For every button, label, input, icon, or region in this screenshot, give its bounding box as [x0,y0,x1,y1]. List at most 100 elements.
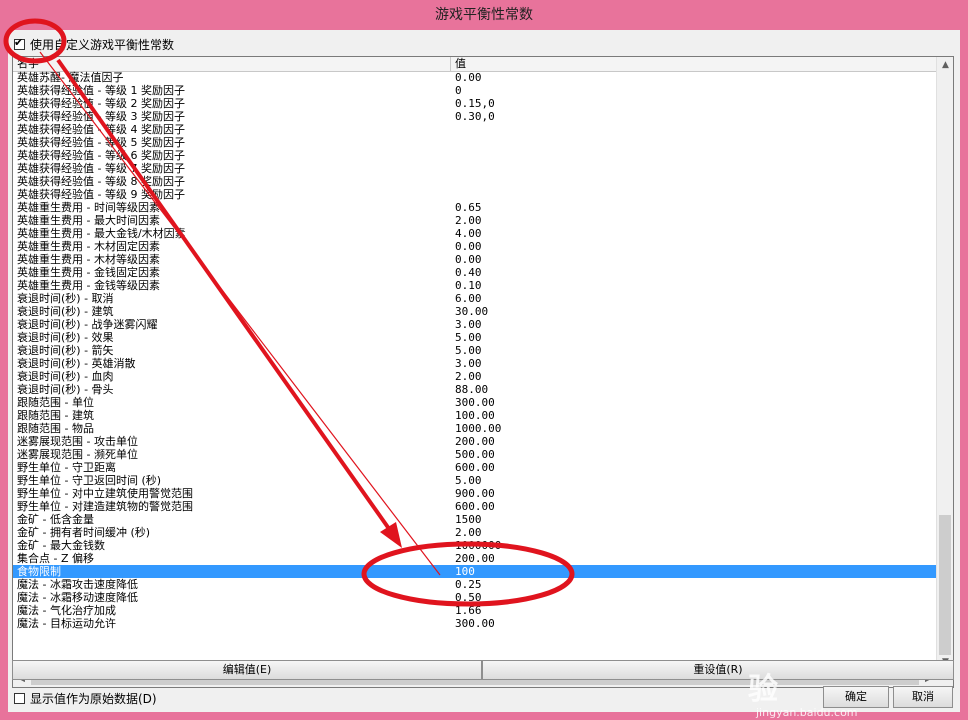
row-value: 0.00 [455,71,482,84]
table-row[interactable]: 食物限制 100 [13,565,937,578]
row-name: 跟随范围 - 物品 [17,422,94,435]
row-name: 英雄获得经验值 - 等级 8 奖励因子 [17,175,185,188]
row-name: 魔法 - 目标运动允许 [17,617,116,630]
row-name: 衰退时间(秒) - 血肉 [17,370,114,383]
table-row[interactable]: 集合点 - Z 偏移 200.00 [13,552,937,565]
table-row[interactable]: 跟随范围 - 建筑 100.00 [13,409,937,422]
row-value: 0.00 [455,240,482,253]
column-header-value[interactable]: 值 [451,57,937,71]
row-name: 英雄重生费用 - 最大时间因素 [17,214,160,227]
row-name: 衰退时间(秒) - 效果 [17,331,114,344]
row-value: 200.00 [455,552,495,565]
baidu-watermark: Bai百度经验 jingyan.baidu.com [748,620,928,719]
row-value: 0.15,0 [455,97,495,110]
row-name: 英雄重生费用 - 木材固定因素 [17,240,160,253]
table-row[interactable]: 英雄重生费用 - 金钱等级因素 0.10 [13,279,937,292]
table-row[interactable]: 跟随范围 - 单位 300.00 [13,396,937,409]
use-custom-checkbox[interactable] [14,36,25,50]
table-row[interactable]: 英雄获得经验值 - 等级 6 奖励因子 [13,149,937,162]
table-row[interactable]: 衰退时间(秒) - 英雄消散 3.00 [13,357,937,370]
table-row[interactable]: 英雄重生费用 - 金钱固定因素 0.40 [13,266,937,279]
show-raw-checkbox[interactable] [14,692,25,704]
table-row[interactable]: 衰退时间(秒) - 建筑 30.00 [13,305,937,318]
row-name: 英雄获得经验值 - 等级 9 奖励因子 [17,188,185,201]
table-row[interactable]: 野生单位 - 守卫返回时间 (秒) 5.00 [13,474,937,487]
row-value: 0.65 [455,201,482,214]
show-raw-row[interactable]: 显示值作为原始数据(D) [14,690,157,706]
table-row[interactable]: 金矿 - 低含金量 1500 [13,513,937,526]
vertical-scroll-thumb[interactable] [939,515,951,655]
table-row[interactable]: 英雄获得经验值 - 等级 5 奖励因子 [13,136,937,149]
table-row[interactable]: 英雄获得经验值 - 等级 8 奖励因子 [13,175,937,188]
table-row[interactable]: 英雄重生费用 - 木材等级因素 0.00 [13,253,937,266]
table-row[interactable]: 金矿 - 拥有者时间缓冲 (秒) 2.00 [13,526,937,539]
row-name: 英雄重生费用 - 时间等级因素 [17,201,160,214]
edit-value-button[interactable]: 编辑值(E) [12,660,482,680]
row-value: 0.10 [455,279,482,292]
row-value: 600.00 [455,461,495,474]
row-value: 900.00 [455,487,495,500]
table-row[interactable]: 英雄获得经验值 - 等级 7 奖励因子 [13,162,937,175]
table-row[interactable]: 英雄获得经验值 - 等级 4 奖励因子 [13,123,937,136]
table-row[interactable]: 英雄获得经验值 - 等级 9 奖励因子 [13,188,937,201]
row-name: 英雄获得经验值 - 等级 1 奖励因子 [17,84,185,97]
table-row[interactable]: 魔法 - 冰霜攻击速度降低 0.25 [13,578,937,591]
table-row[interactable]: 迷雾展现范围 - 濒死单位 500.00 [13,448,937,461]
row-value: 3.00 [455,318,482,331]
table-row[interactable]: 衰退时间(秒) - 血肉 2.00 [13,370,937,383]
row-name: 衰退时间(秒) - 英雄消散 [17,357,136,370]
table-row[interactable]: 英雄重生费用 - 木材固定因素 0.00 [13,240,937,253]
show-raw-label: 显示值作为原始数据(D) [30,691,157,706]
row-name: 衰退时间(秒) - 建筑 [17,305,114,318]
table-row[interactable]: 英雄获得经验值 - 等级 1 奖励因子 0 [13,84,937,97]
row-value: 0.25 [455,578,482,591]
table-row[interactable]: 衰退时间(秒) - 箭矢 5.00 [13,344,937,357]
table-row[interactable]: 衰退时间(秒) - 骨头 88.00 [13,383,937,396]
row-name: 野生单位 - 守卫返回时间 (秒) [17,474,162,487]
row-name: 金矿 - 低含金量 [17,513,94,526]
row-name: 食物限制 [17,565,61,578]
table-row[interactable]: 魔法 - 气化治疗加成 1.66 [13,604,937,617]
row-value: 2.00 [455,370,482,383]
table-row[interactable]: 英雄苏醒- 魔法值因子 0.00 [13,71,937,84]
scroll-up-icon[interactable]: ▲ [937,57,953,74]
row-name: 迷雾展现范围 - 攻击单位 [17,435,138,448]
row-name: 迷雾展现范围 - 濒死单位 [17,448,138,461]
row-name: 英雄获得经验值 - 等级 5 奖励因子 [17,136,185,149]
table-row[interactable]: 金矿 - 最大金钱数 1000000 [13,539,937,552]
row-value: 1.66 [455,604,482,617]
table-row[interactable]: 英雄重生费用 - 时间等级因素 0.65 [13,201,937,214]
table-row[interactable]: 英雄重生费用 - 最大时间因素 2.00 [13,214,937,227]
row-value: 3.00 [455,357,482,370]
list-rows: 英雄苏醒- 魔法值因子 0.00 英雄获得经验值 - 等级 1 奖励因子 0 英雄获得经… [13,71,937,671]
row-value: 1500 [455,513,482,526]
table-row[interactable]: 衰退时间(秒) - 效果 5.00 [13,331,937,344]
use-custom-row[interactable]: 使用自定义游戏平衡性常数 [14,36,174,52]
table-row[interactable]: 英雄重生费用 - 最大金钱/木材因素 4.00 [13,227,937,240]
row-value: 1000000 [455,539,502,552]
table-row[interactable]: 衰退时间(秒) - 战争迷雾闪耀 3.00 [13,318,937,331]
constants-list[interactable]: 名字 值 英雄苏醒- 魔法值因子 0.00 英雄获得经验值 - 等级 1 奖励因子 0… [12,56,954,688]
row-name: 衰退时间(秒) - 战争迷雾闪耀 [17,318,158,331]
table-row[interactable]: 野生单位 - 守卫距离 600.00 [13,461,937,474]
column-header-name[interactable]: 名字 [13,57,451,71]
row-value: 0 [455,84,462,97]
row-name: 英雄获得经验值 - 等级 2 奖励因子 [17,97,185,110]
list-header: 名字 值 [13,57,937,72]
table-row[interactable]: 衰退时间(秒) - 取消 6.00 [13,292,937,305]
row-name: 衰退时间(秒) - 骨头 [17,383,114,396]
table-row[interactable]: 英雄获得经验值 - 等级 3 奖励因子 0.30,0 [13,110,937,123]
row-name: 金矿 - 最大金钱数 [17,539,105,552]
table-row[interactable]: 野生单位 - 对中立建筑使用警觉范围 900.00 [13,487,937,500]
table-row[interactable]: 跟随范围 - 物品 1000.00 [13,422,937,435]
row-value: 0.30,0 [455,110,495,123]
row-value: 1000.00 [455,422,502,435]
table-row[interactable]: 野生单位 - 对建造建筑物的警觉范围 600.00 [13,500,937,513]
table-row[interactable]: 魔法 - 冰霜移动速度降低 0.50 [13,591,937,604]
vertical-scrollbar[interactable]: ▲ ▼ [936,57,953,671]
table-row[interactable]: 迷雾展现范围 - 攻击单位 200.00 [13,435,937,448]
row-value: 0.50 [455,591,482,604]
use-custom-label: 使用自定义游戏平衡性常数 [30,37,175,52]
table-row[interactable]: 英雄获得经验值 - 等级 2 奖励因子 0.15,0 [13,97,937,110]
row-value: 100 [455,565,475,578]
